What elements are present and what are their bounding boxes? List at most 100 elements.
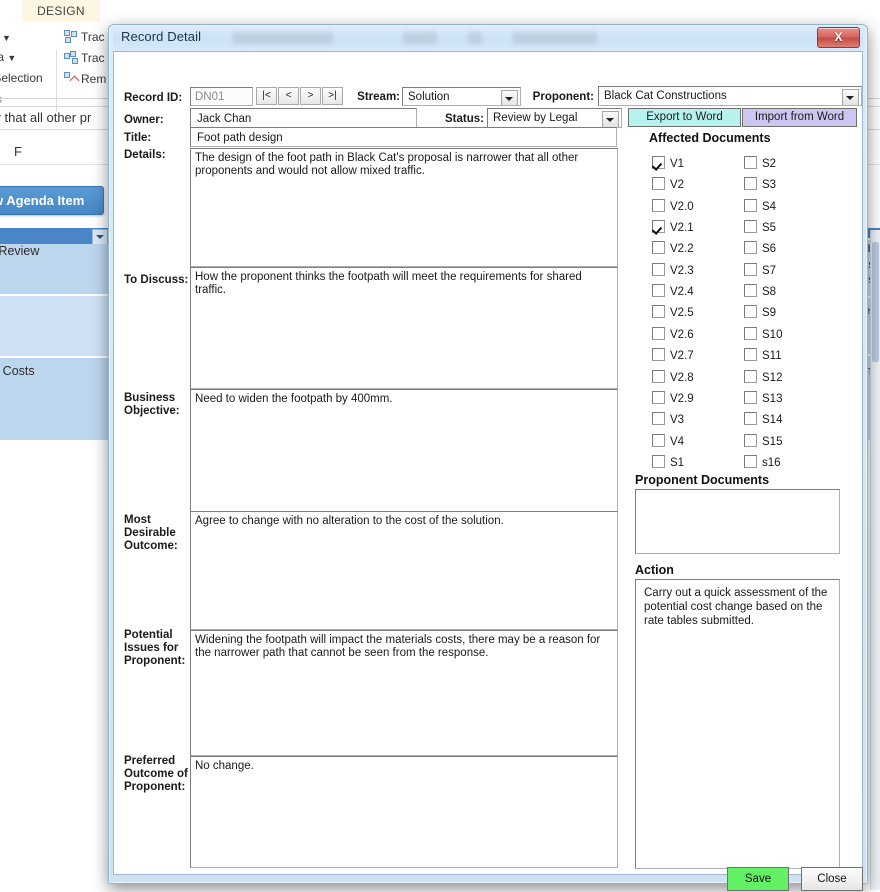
affected-document-checkbox-s10[interactable]: S10 <box>744 326 782 342</box>
import-from-word-button[interactable]: Import from Word <box>742 108 857 127</box>
action-textarea[interactable]: Carry out a quick assessment of the pote… <box>635 579 840 869</box>
affected-document-checkbox-v2.3[interactable]: V2.3 <box>652 262 694 278</box>
checkbox-box[interactable] <box>652 390 665 404</box>
affected-document-checkbox-s16[interactable]: s16 <box>744 454 781 470</box>
checkbox-box[interactable] <box>744 454 757 468</box>
checkbox-box[interactable] <box>652 156 665 169</box>
checkbox-box[interactable] <box>744 348 757 362</box>
vertical-scrollbar[interactable] <box>870 230 880 890</box>
affected-document-checkbox-v2.9[interactable]: V2.9 <box>652 390 694 406</box>
checkbox-box[interactable] <box>744 156 757 169</box>
checkbox-box[interactable] <box>652 348 665 362</box>
checkbox-box[interactable] <box>744 284 757 298</box>
checkbox-box[interactable] <box>652 369 665 383</box>
affected-document-checkbox-v4[interactable]: V4 <box>652 433 684 449</box>
status-select[interactable]: Review by Legal <box>487 108 622 128</box>
ribbon-item-trace-dependents[interactable]: Trac <box>64 51 105 65</box>
affected-document-checkbox-s1[interactable]: S1 <box>652 454 684 470</box>
affected-document-checkbox-s15[interactable]: S15 <box>744 433 782 449</box>
chevron-down-icon[interactable] <box>602 111 619 127</box>
ribbon-item-1[interactable]: mula ▼ <box>0 50 16 64</box>
checkbox-box[interactable] <box>744 177 757 191</box>
ribbon-item-2[interactable]: m Selection <box>0 71 43 85</box>
affected-document-checkbox-v2.7[interactable]: V2.7 <box>652 348 694 363</box>
affected-document-checkbox-v3[interactable]: V3 <box>652 412 684 427</box>
checkbox-box[interactable] <box>744 369 757 383</box>
save-button[interactable]: Save <box>727 867 789 891</box>
affected-document-checkbox-v2.8[interactable]: V2.8 <box>652 369 694 385</box>
checkbox-box[interactable] <box>652 262 665 276</box>
scrollbar-thumb[interactable] <box>872 242 879 362</box>
affected-document-checkbox-v2.0[interactable]: V2.0 <box>652 198 694 214</box>
stream-select[interactable]: Solution <box>402 87 521 106</box>
business-objective-textarea[interactable]: Need to widen the footpath by 400mm. <box>190 389 618 515</box>
checkbox-box[interactable] <box>652 412 665 426</box>
nav-prev-button[interactable]: < <box>278 87 299 105</box>
affected-document-checkbox-s4[interactable]: S4 <box>744 198 776 214</box>
potential-issues-textarea[interactable]: Widening the footpath will impact the ma… <box>190 630 618 756</box>
affected-document-checkbox-s2[interactable]: S2 <box>744 156 776 171</box>
checkbox-box[interactable] <box>744 390 757 404</box>
affected-document-checkbox-s6[interactable]: S6 <box>744 241 776 256</box>
chevron-down-icon[interactable] <box>842 89 859 105</box>
affected-document-checkbox-s3[interactable]: S3 <box>744 177 776 192</box>
affected-document-checkbox-s14[interactable]: S14 <box>744 412 782 427</box>
checkbox-box[interactable] <box>652 284 665 298</box>
most-desirable-outcome-textarea[interactable]: Agree to change with no alteration to th… <box>190 511 618 630</box>
export-to-word-button[interactable]: Export to Word <box>628 108 741 127</box>
checkbox-box[interactable] <box>652 454 665 468</box>
close-button[interactable]: Close <box>801 867 863 891</box>
affected-document-checkbox-v2[interactable]: V2 <box>652 177 684 192</box>
checkbox-box[interactable] <box>744 198 757 212</box>
to-discuss-textarea[interactable]: How the proponent thinks the footpath wi… <box>190 267 618 389</box>
close-icon[interactable]: X <box>817 27 860 48</box>
checkbox-label: V2.8 <box>670 371 694 384</box>
affected-document-checkbox-v2.2[interactable]: V2.2 <box>652 241 694 256</box>
proponent-select[interactable]: Black Cat Constructions <box>598 86 862 106</box>
filter-dropdown-icon[interactable] <box>92 229 108 245</box>
checkbox-box[interactable] <box>744 433 757 447</box>
checkbox-box[interactable] <box>744 262 757 276</box>
ribbon-item-remove-arrows[interactable]: Rem <box>64 72 106 86</box>
table-row[interactable] <box>0 296 110 356</box>
checkbox-box[interactable] <box>744 326 757 340</box>
trace-dependents-icon <box>64 51 79 64</box>
new-agenda-item-button[interactable]: w Agenda Item <box>0 186 104 215</box>
checkbox-box[interactable] <box>652 198 665 212</box>
checkbox-box[interactable] <box>652 241 665 255</box>
affected-document-checkbox-s8[interactable]: S8 <box>744 284 776 299</box>
nav-first-button[interactable]: |< <box>256 87 277 105</box>
checkbox-box[interactable] <box>744 412 757 426</box>
affected-document-checkbox-s12[interactable]: S12 <box>744 369 782 385</box>
ribbon-item-0[interactable]: me ▼ <box>0 30 11 44</box>
affected-document-checkbox-v2.5[interactable]: V2.5 <box>652 305 694 320</box>
ribbon-item-label: mula <box>0 50 5 64</box>
checkbox-box[interactable] <box>744 305 757 319</box>
details-label: Details: <box>124 149 166 161</box>
checkbox-box[interactable] <box>744 241 757 255</box>
checkbox-box[interactable] <box>652 220 665 234</box>
ribbon-tab-design[interactable]: DESIGN <box>22 0 100 22</box>
affected-document-checkbox-s13[interactable]: S13 <box>744 390 782 406</box>
checkbox-box[interactable] <box>744 220 757 234</box>
title-input[interactable]: Foot path design <box>190 127 617 147</box>
affected-document-checkbox-s9[interactable]: S9 <box>744 305 776 320</box>
checkbox-box[interactable] <box>652 326 665 340</box>
checkbox-box[interactable] <box>652 305 665 319</box>
affected-document-checkbox-s7[interactable]: S7 <box>744 262 776 278</box>
checkbox-box[interactable] <box>652 177 665 191</box>
affected-document-checkbox-v2.6[interactable]: V2.6 <box>652 326 694 342</box>
dialog-title-bar[interactable]: Record Detail X <box>113 25 863 51</box>
affected-document-checkbox-s5[interactable]: S5 <box>744 220 776 235</box>
checkbox-box[interactable] <box>652 433 665 447</box>
affected-document-checkbox-v2.4[interactable]: V2.4 <box>652 284 694 299</box>
ribbon-item-trace-precedents[interactable]: Trac <box>64 30 105 44</box>
proponent-documents-list[interactable] <box>635 489 840 554</box>
affected-document-checkbox-s11[interactable]: S11 <box>744 348 782 363</box>
affected-document-checkbox-v1[interactable]: V1 <box>652 156 684 171</box>
preferred-outcome-textarea[interactable]: No change. <box>190 756 618 868</box>
details-textarea[interactable]: The design of the foot path in Black Cat… <box>190 148 618 267</box>
record-id-input[interactable]: DN01 <box>190 87 253 106</box>
owner-input[interactable]: Jack Chan <box>190 108 417 128</box>
affected-document-checkbox-v2.1[interactable]: V2.1 <box>652 220 694 235</box>
